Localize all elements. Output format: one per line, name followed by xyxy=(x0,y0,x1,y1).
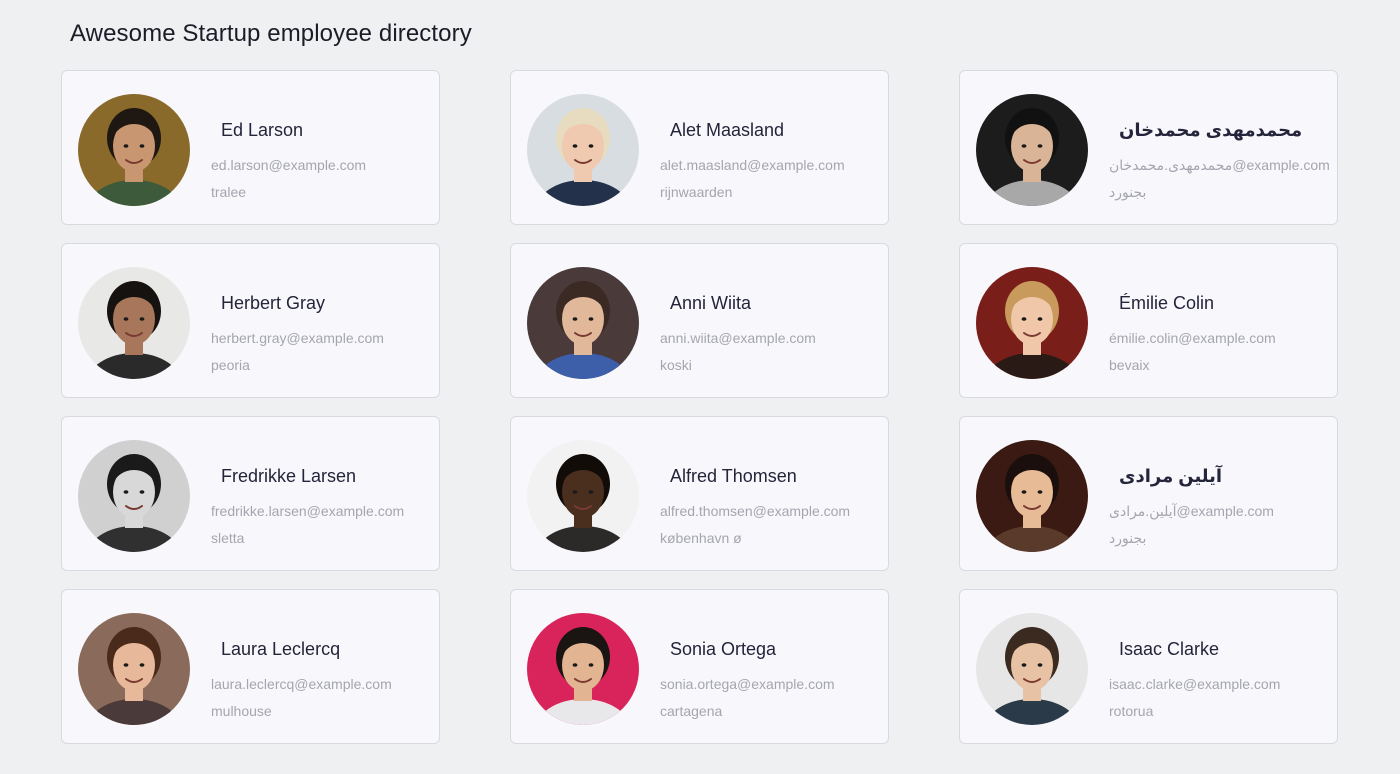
avatar-photo-icon xyxy=(78,613,190,725)
employee-city: rotorua xyxy=(1109,703,1154,719)
employee-card[interactable]: Ed Larson ed.larson@example.com tralee xyxy=(61,70,440,225)
employee-city: københavn ø xyxy=(660,530,742,546)
avatar xyxy=(527,94,639,206)
employee-name: محمدمهدی محمدخان xyxy=(1119,120,1303,140)
employee-city: bevaix xyxy=(1109,357,1150,373)
avatar xyxy=(78,267,190,379)
avatar-photo-icon xyxy=(78,267,190,379)
employee-email: sonia.ortega@example.com xyxy=(660,676,835,692)
employee-email: ed.larson@example.com xyxy=(211,157,367,173)
employee-name: Laura Leclercq xyxy=(221,639,341,659)
employee-email: isaac.clarke@example.com xyxy=(1109,676,1281,692)
employee-email: émilie.colin@example.com xyxy=(1109,330,1276,346)
employee-card[interactable]: آیلین مرادی آیلین.مرادی@example.com بجنورد xyxy=(959,416,1338,571)
avatar-photo-icon xyxy=(527,94,639,206)
employee-city: بجنورد xyxy=(1109,184,1147,200)
avatar-photo-icon xyxy=(527,613,639,725)
avatar xyxy=(976,440,1088,552)
avatar-photo-icon xyxy=(976,613,1088,725)
employee-name: Alfred Thomsen xyxy=(670,466,797,486)
avatar-photo-icon xyxy=(78,440,190,552)
employee-name: Herbert Gray xyxy=(221,293,326,313)
page-title: Awesome Startup employee directory xyxy=(70,20,472,47)
employee-city: koski xyxy=(660,357,692,373)
employee-card[interactable]: Isaac Clarke isaac.clarke@example.com roto… xyxy=(959,589,1338,744)
employee-card[interactable]: Alet Maasland alet.maasland@example.com ri… xyxy=(510,70,889,225)
employee-name: Émilie Colin xyxy=(1119,293,1215,313)
employee-card[interactable]: Émilie Colin émilie.colin@example.com beva… xyxy=(959,243,1338,398)
employee-city: rijnwaarden xyxy=(660,184,733,200)
employee-name: Anni Wiita xyxy=(670,293,752,313)
employee-name: Isaac Clarke xyxy=(1119,639,1220,659)
employee-name: آیلین مرادی xyxy=(1119,466,1223,486)
employee-city: بجنورد xyxy=(1109,530,1147,546)
employee-email: alet.maasland@example.com xyxy=(660,157,845,173)
employee-name: Fredrikke Larsen xyxy=(221,466,357,486)
employee-name: Alet Maasland xyxy=(670,120,785,140)
avatar-photo-icon xyxy=(976,267,1088,379)
employee-card[interactable]: Fredrikke Larsen fredrikke.larsen@example… xyxy=(61,416,440,571)
employee-card[interactable]: Herbert Gray herbert.gray@example.com peor… xyxy=(61,243,440,398)
employee-city: cartagena xyxy=(660,703,723,719)
employee-city: peoria xyxy=(211,357,250,373)
employee-name: Sonia Ortega xyxy=(670,639,777,659)
avatar xyxy=(527,267,639,379)
employee-city: tralee xyxy=(211,184,247,200)
avatar xyxy=(976,267,1088,379)
employee-name: Ed Larson xyxy=(221,120,304,140)
avatar-photo-icon xyxy=(527,267,639,379)
avatar xyxy=(527,440,639,552)
avatar xyxy=(527,613,639,725)
employee-grid: Ed Larson ed.larson@example.com tralee Alet… xyxy=(61,70,1339,744)
avatar xyxy=(976,613,1088,725)
employee-card[interactable]: Alfred Thomsen alfred.thomsen@example.com… xyxy=(510,416,889,571)
avatar-photo-icon xyxy=(527,440,639,552)
employee-email: fredrikke.larsen@example.com xyxy=(211,503,405,519)
employee-email: alfred.thomsen@example.com xyxy=(660,503,851,519)
employee-city: mulhouse xyxy=(211,703,272,719)
avatar xyxy=(78,613,190,725)
avatar-photo-icon xyxy=(976,94,1088,206)
employee-email: آیلین.مرادی@example.com xyxy=(1109,503,1274,519)
avatar xyxy=(976,94,1088,206)
avatar-photo-icon xyxy=(976,440,1088,552)
employee-email: محمدمهدی.محمدخان@example.com xyxy=(1109,157,1330,173)
employee-card[interactable]: Laura Leclercq laura.leclercq@example.com… xyxy=(61,589,440,744)
employee-card[interactable]: Sonia Ortega sonia.ortega@example.com cart… xyxy=(510,589,889,744)
avatar xyxy=(78,440,190,552)
employee-card[interactable]: محمدمهدی محمدخان محمدمهدی.محمدخان@example… xyxy=(959,70,1338,225)
employee-email: laura.leclercq@example.com xyxy=(211,676,392,692)
avatar-photo-icon xyxy=(78,94,190,206)
employee-email: anni.wiita@example.com xyxy=(660,330,816,346)
employee-email: herbert.gray@example.com xyxy=(211,330,384,346)
avatar xyxy=(78,94,190,206)
employee-card[interactable]: Anni Wiita anni.wiita@example.com koski xyxy=(510,243,889,398)
employee-city: sletta xyxy=(211,530,245,546)
